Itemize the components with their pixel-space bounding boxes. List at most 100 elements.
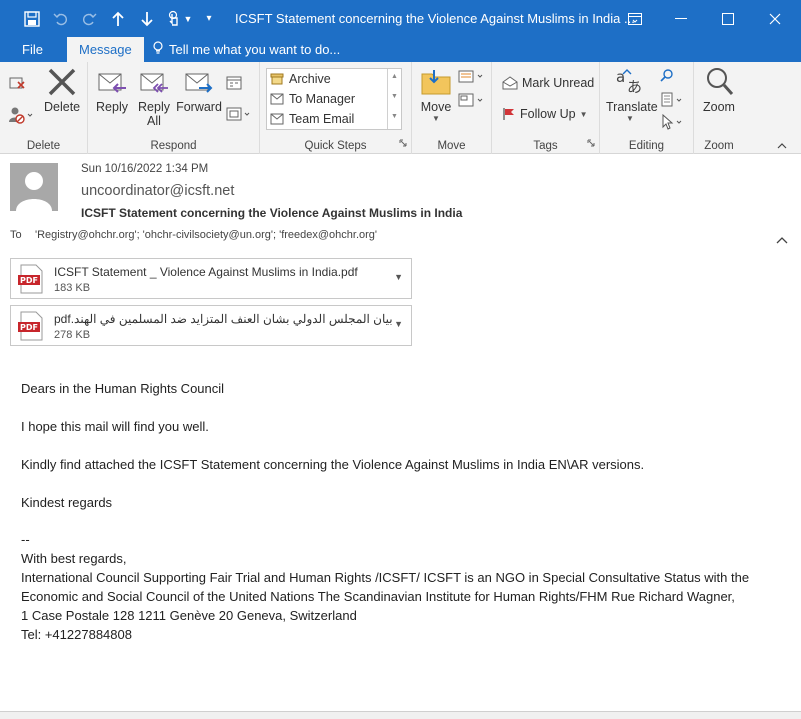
quick-steps-list: Archive To Manager Team Email ▲ ▼ ▼ <box>266 68 402 130</box>
onenote-icon[interactable] <box>458 92 486 108</box>
chevron-down-icon[interactable]: ▼ <box>180 0 196 37</box>
attachment-name: ICSFT Statement _ Violence Against Musli… <box>54 265 358 279</box>
ribbon: Delete Delete Reply Reply All Forward Re… <box>0 62 801 154</box>
related-icon[interactable] <box>660 92 686 108</box>
collapse-ribbon-icon[interactable] <box>777 138 787 152</box>
more-respond-icon[interactable] <box>226 106 252 122</box>
move-button[interactable]: Move ▼ <box>418 66 454 123</box>
redo-icon[interactable] <box>75 0 103 37</box>
attachment-dropdown-icon[interactable]: ▼ <box>394 272 403 282</box>
dialog-launcher-icon[interactable] <box>399 136 407 150</box>
save-icon[interactable] <box>18 0 46 37</box>
select-icon[interactable] <box>660 114 686 130</box>
zoom-label: Zoom <box>703 100 735 114</box>
maximize-button[interactable] <box>705 0 751 37</box>
pdf-badge-text: PDF <box>20 323 38 332</box>
move-dropdown-icon: ▼ <box>432 114 440 123</box>
quick-step-team-email[interactable]: Team Email <box>270 112 355 126</box>
tab-bar: File Message Tell me what you want to do… <box>0 37 801 62</box>
move-folder-icon <box>421 70 451 95</box>
meeting-icon[interactable] <box>226 76 242 90</box>
zoom-button[interactable]: Zoom <box>700 66 738 114</box>
svg-text:あ: あ <box>627 78 642 96</box>
minimize-button[interactable] <box>658 0 704 37</box>
move-group: Move ▼ Move <box>412 62 492 154</box>
mark-unread-label: Mark Unread <box>522 76 595 90</box>
quick-step-archive-label: Archive <box>289 72 331 86</box>
attachment-name: بيان المجلس الدولي بشان العنف المتزايد ض… <box>54 312 393 326</box>
avatar <box>10 163 58 211</box>
quick-step-to-manager[interactable]: To Manager <box>270 92 356 106</box>
attachment-size: 278 KB <box>54 329 91 341</box>
find-icon[interactable] <box>660 68 674 82</box>
follow-up-label: Follow Up <box>520 107 576 121</box>
status-bar <box>0 711 801 719</box>
zoom-icon <box>707 68 734 95</box>
signature-phone: Tel: +41227884808 <box>21 627 132 642</box>
expand-gallery-icon[interactable]: ▼ <box>391 113 398 120</box>
rules-icon[interactable] <box>458 68 486 84</box>
down-arrow-icon[interactable] <box>133 0 161 37</box>
title-bar: ▼ ▾ ICSFT Statement concerning the Viole… <box>0 0 801 37</box>
move-group-label: Move <box>437 140 466 152</box>
quick-step-team-email-label: Team Email <box>289 112 355 126</box>
reply-icon <box>98 73 126 93</box>
attachment-size: 183 KB <box>54 282 91 294</box>
customize-toolbar-icon[interactable]: ▾ <box>198 0 220 37</box>
team-mail-icon <box>270 113 284 125</box>
respond-group-label: Respond <box>150 140 197 152</box>
window-title: ICSFT Statement concerning the Violence … <box>235 11 635 26</box>
quick-step-to-manager-label: To Manager <box>289 92 356 106</box>
editing-group-label: Editing <box>628 140 665 152</box>
attachment-dropdown-icon[interactable]: ▼ <box>394 319 403 329</box>
delete-label: Delete <box>44 100 81 114</box>
delete-group: Delete Delete <box>0 62 88 154</box>
translate-button[interactable]: aあ Translate ▼ <box>606 66 658 123</box>
quick-steps-scrollbar[interactable]: ▲ ▼ ▼ <box>387 69 401 129</box>
tab-file[interactable]: File <box>10 37 55 62</box>
zoom-group: Zoom Zoom <box>694 62 744 154</box>
forward-icon <box>185 73 213 93</box>
ribbon-display-icon[interactable] <box>612 0 658 37</box>
archive-icon <box>270 73 284 85</box>
mark-unread-button[interactable]: Mark Unread <box>502 76 594 90</box>
mail-icon <box>270 93 284 105</box>
follow-up-button[interactable]: Follow Up ▼ <box>502 107 588 121</box>
reply-all-icon <box>140 73 168 93</box>
svg-text:a: a <box>616 68 625 86</box>
undo-icon[interactable] <box>47 0 75 37</box>
close-button[interactable] <box>752 0 798 37</box>
tags-dialog-launcher-icon[interactable] <box>587 136 595 150</box>
tell-me-search[interactable]: Tell me what you want to do... <box>152 37 340 62</box>
respond-group: Reply Reply All Forward Respond <box>88 62 260 154</box>
reply-all-button[interactable]: Reply All <box>136 66 172 128</box>
quick-step-archive[interactable]: Archive <box>270 72 331 86</box>
signature-line: Economic and Social Council of the Unite… <box>21 589 735 604</box>
reply-all-label-1: Reply <box>138 100 170 114</box>
pdf-badge-text: PDF <box>20 276 38 285</box>
scroll-down-icon[interactable]: ▼ <box>391 93 398 100</box>
tags-group-label: Tags <box>533 140 558 152</box>
person-icon <box>16 172 52 211</box>
junk-icon[interactable] <box>8 106 34 124</box>
translate-dropdown-icon: ▼ <box>626 114 634 123</box>
forward-button[interactable]: Forward <box>176 66 222 114</box>
sent-date: Sun 10/16/2022 1:34 PM <box>81 163 209 175</box>
delete-icon <box>48 68 76 96</box>
pdf-file-icon: PDF <box>18 311 43 341</box>
flag-icon <box>503 108 514 120</box>
reply-button[interactable]: Reply <box>94 66 130 114</box>
tab-message[interactable]: Message <box>67 37 144 62</box>
ignore-icon[interactable] <box>8 74 26 90</box>
sender-address[interactable]: uncoordinator@icsft.net <box>81 183 234 199</box>
delete-button[interactable]: Delete <box>44 66 80 114</box>
signature-line: International Council Supporting Fair Tr… <box>21 570 750 585</box>
up-arrow-icon[interactable] <box>104 0 132 37</box>
attachment-item[interactable]: PDF بيان المجلس الدولي بشان العنف المتزا… <box>10 305 412 346</box>
collapse-header-icon[interactable] <box>776 233 788 247</box>
scroll-up-icon[interactable]: ▲ <box>391 73 398 80</box>
tags-group: Mark Unread Follow Up ▼ Tags <box>492 62 600 154</box>
attachment-item[interactable]: PDF ICSFT Statement _ Violence Against M… <box>10 258 412 299</box>
to-recipients[interactable]: 'Registry@ohchr.org'; 'ohchr-civilsociet… <box>35 229 377 241</box>
signature-line: With best regards, <box>21 551 127 566</box>
